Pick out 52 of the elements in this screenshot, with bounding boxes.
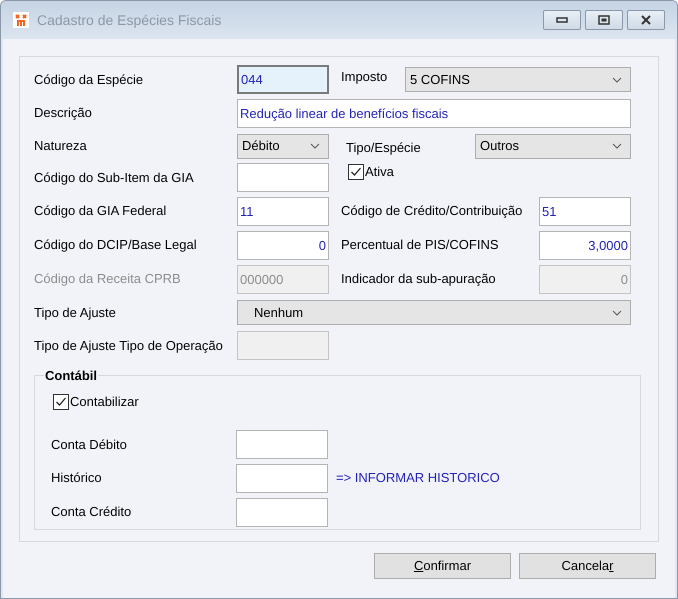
- input-field[interactable]: 044: [237, 65, 329, 94]
- checkbox[interactable]: [53, 394, 69, 410]
- check-icon: [350, 166, 362, 178]
- checkbox-label: Ativa: [365, 163, 394, 181]
- input-field[interactable]: [236, 430, 328, 459]
- minimize-button[interactable]: [543, 10, 581, 30]
- input-field[interactable]: 51: [539, 196, 631, 226]
- input-field[interactable]: Redução linear de benefícios fiscais: [237, 98, 631, 128]
- dropdown[interactable]: Outros: [475, 134, 631, 158]
- field-label: Tipo de Ajuste: [34, 304, 117, 322]
- check-icon: [55, 396, 67, 408]
- field-label: Natureza: [34, 137, 88, 156]
- hint-text: => INFORMAR HISTORICO: [336, 469, 500, 488]
- dropdown[interactable]: Débito: [237, 134, 329, 158]
- field-label: Código de Crédito/Contribuição: [341, 202, 524, 220]
- input-field[interactable]: [236, 464, 328, 493]
- checkbox-label: Contabilizar: [70, 393, 139, 411]
- field-label: Imposto: [341, 68, 388, 86]
- checkbox[interactable]: [348, 164, 364, 180]
- dialog-button[interactable]: Cancelar: [519, 553, 656, 579]
- field-label: Descrição: [34, 104, 93, 122]
- chevron-down-icon: [612, 310, 622, 316]
- dropdown[interactable]: 5 COFINS: [405, 67, 631, 92]
- field-label: Histórico: [51, 469, 103, 488]
- input-field[interactable]: 11: [237, 196, 329, 226]
- field-label: Código do DCIP/Base Legal: [34, 236, 198, 254]
- field-label: Indicador da sub-apuração: [341, 270, 497, 288]
- window-title: Cadastro de Espécies Fiscais: [37, 10, 222, 30]
- close-button[interactable]: [627, 10, 665, 30]
- close-icon: [640, 15, 652, 25]
- input-field[interactable]: [236, 498, 328, 527]
- field-label: Conta Débito: [51, 436, 128, 454]
- field-label: Tipo de Ajuste Tipo de Operação: [34, 336, 224, 355]
- field-label: Tipo/Espécie: [346, 139, 422, 158]
- chevron-down-icon: [612, 143, 622, 149]
- minimize-icon: [556, 17, 568, 23]
- field-label: Código do Sub-Item da GIA: [34, 168, 195, 187]
- chevron-down-icon: [310, 143, 320, 149]
- field-label: Conta Crédito: [51, 503, 132, 522]
- maximize-button[interactable]: [585, 10, 623, 30]
- maximize-icon: [598, 15, 610, 25]
- input-field[interactable]: 3,0000: [539, 230, 631, 260]
- field-label: Percentual de PIS/COFINS: [341, 236, 500, 254]
- input-field[interactable]: [237, 163, 329, 192]
- field-label: Código da Espécie: [34, 70, 144, 89]
- chevron-down-icon: [612, 76, 622, 82]
- input-field[interactable]: 0: [237, 230, 329, 260]
- app-logo-icon: [13, 12, 29, 28]
- field-label: Código da Receita CPRB: [34, 270, 182, 288]
- dropdown[interactable]: Nenhum: [237, 300, 631, 325]
- dialog-button[interactable]: Confirmar: [374, 553, 511, 579]
- field-label: Código da GIA Federal: [34, 202, 168, 220]
